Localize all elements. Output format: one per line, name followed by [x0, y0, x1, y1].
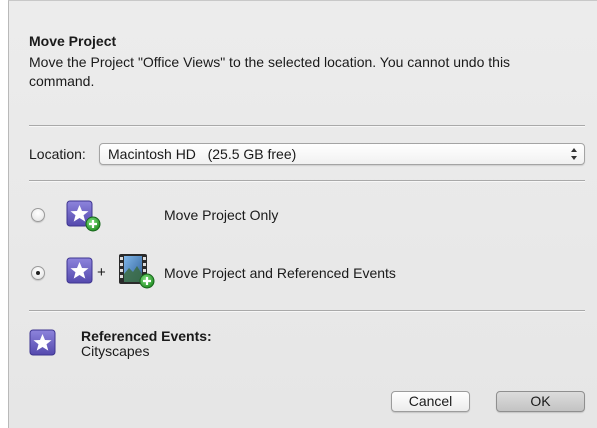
- project-star-icon: [29, 329, 56, 356]
- referenced-events-value: Cityscapes: [81, 343, 150, 359]
- option-label: Move Project and Referenced Events: [164, 265, 396, 281]
- divider: [29, 310, 585, 312]
- location-label: Location:: [29, 146, 86, 162]
- divider: [29, 125, 585, 127]
- move-project-only-radio[interactable]: [31, 208, 45, 222]
- select-arrows-icon: [571, 148, 577, 160]
- location-select[interactable]: Macintosh HD (25.5 GB free): [99, 143, 585, 165]
- referenced-events-title: Referenced Events:: [81, 328, 212, 344]
- project-star-icon: [66, 200, 101, 232]
- radio-selected-dot: [36, 271, 40, 275]
- project-star-icon: [66, 257, 93, 284]
- dialog-message: Move the Project "Office Views" to the s…: [29, 54, 511, 89]
- dialog-title: Move Project: [29, 33, 117, 49]
- option-label: Move Project Only: [164, 207, 279, 223]
- ok-button[interactable]: OK: [496, 391, 585, 412]
- location-selected-value: Macintosh HD (25.5 GB free): [108, 146, 297, 162]
- film-event-icon: [119, 254, 155, 289]
- plus-glyph: +: [97, 264, 106, 281]
- divider: [29, 180, 585, 182]
- move-project-dialog: Move Project Move the Project "Office Vi…: [8, 0, 597, 428]
- cancel-button[interactable]: Cancel: [391, 391, 470, 412]
- move-project-and-events-radio[interactable]: [31, 266, 45, 280]
